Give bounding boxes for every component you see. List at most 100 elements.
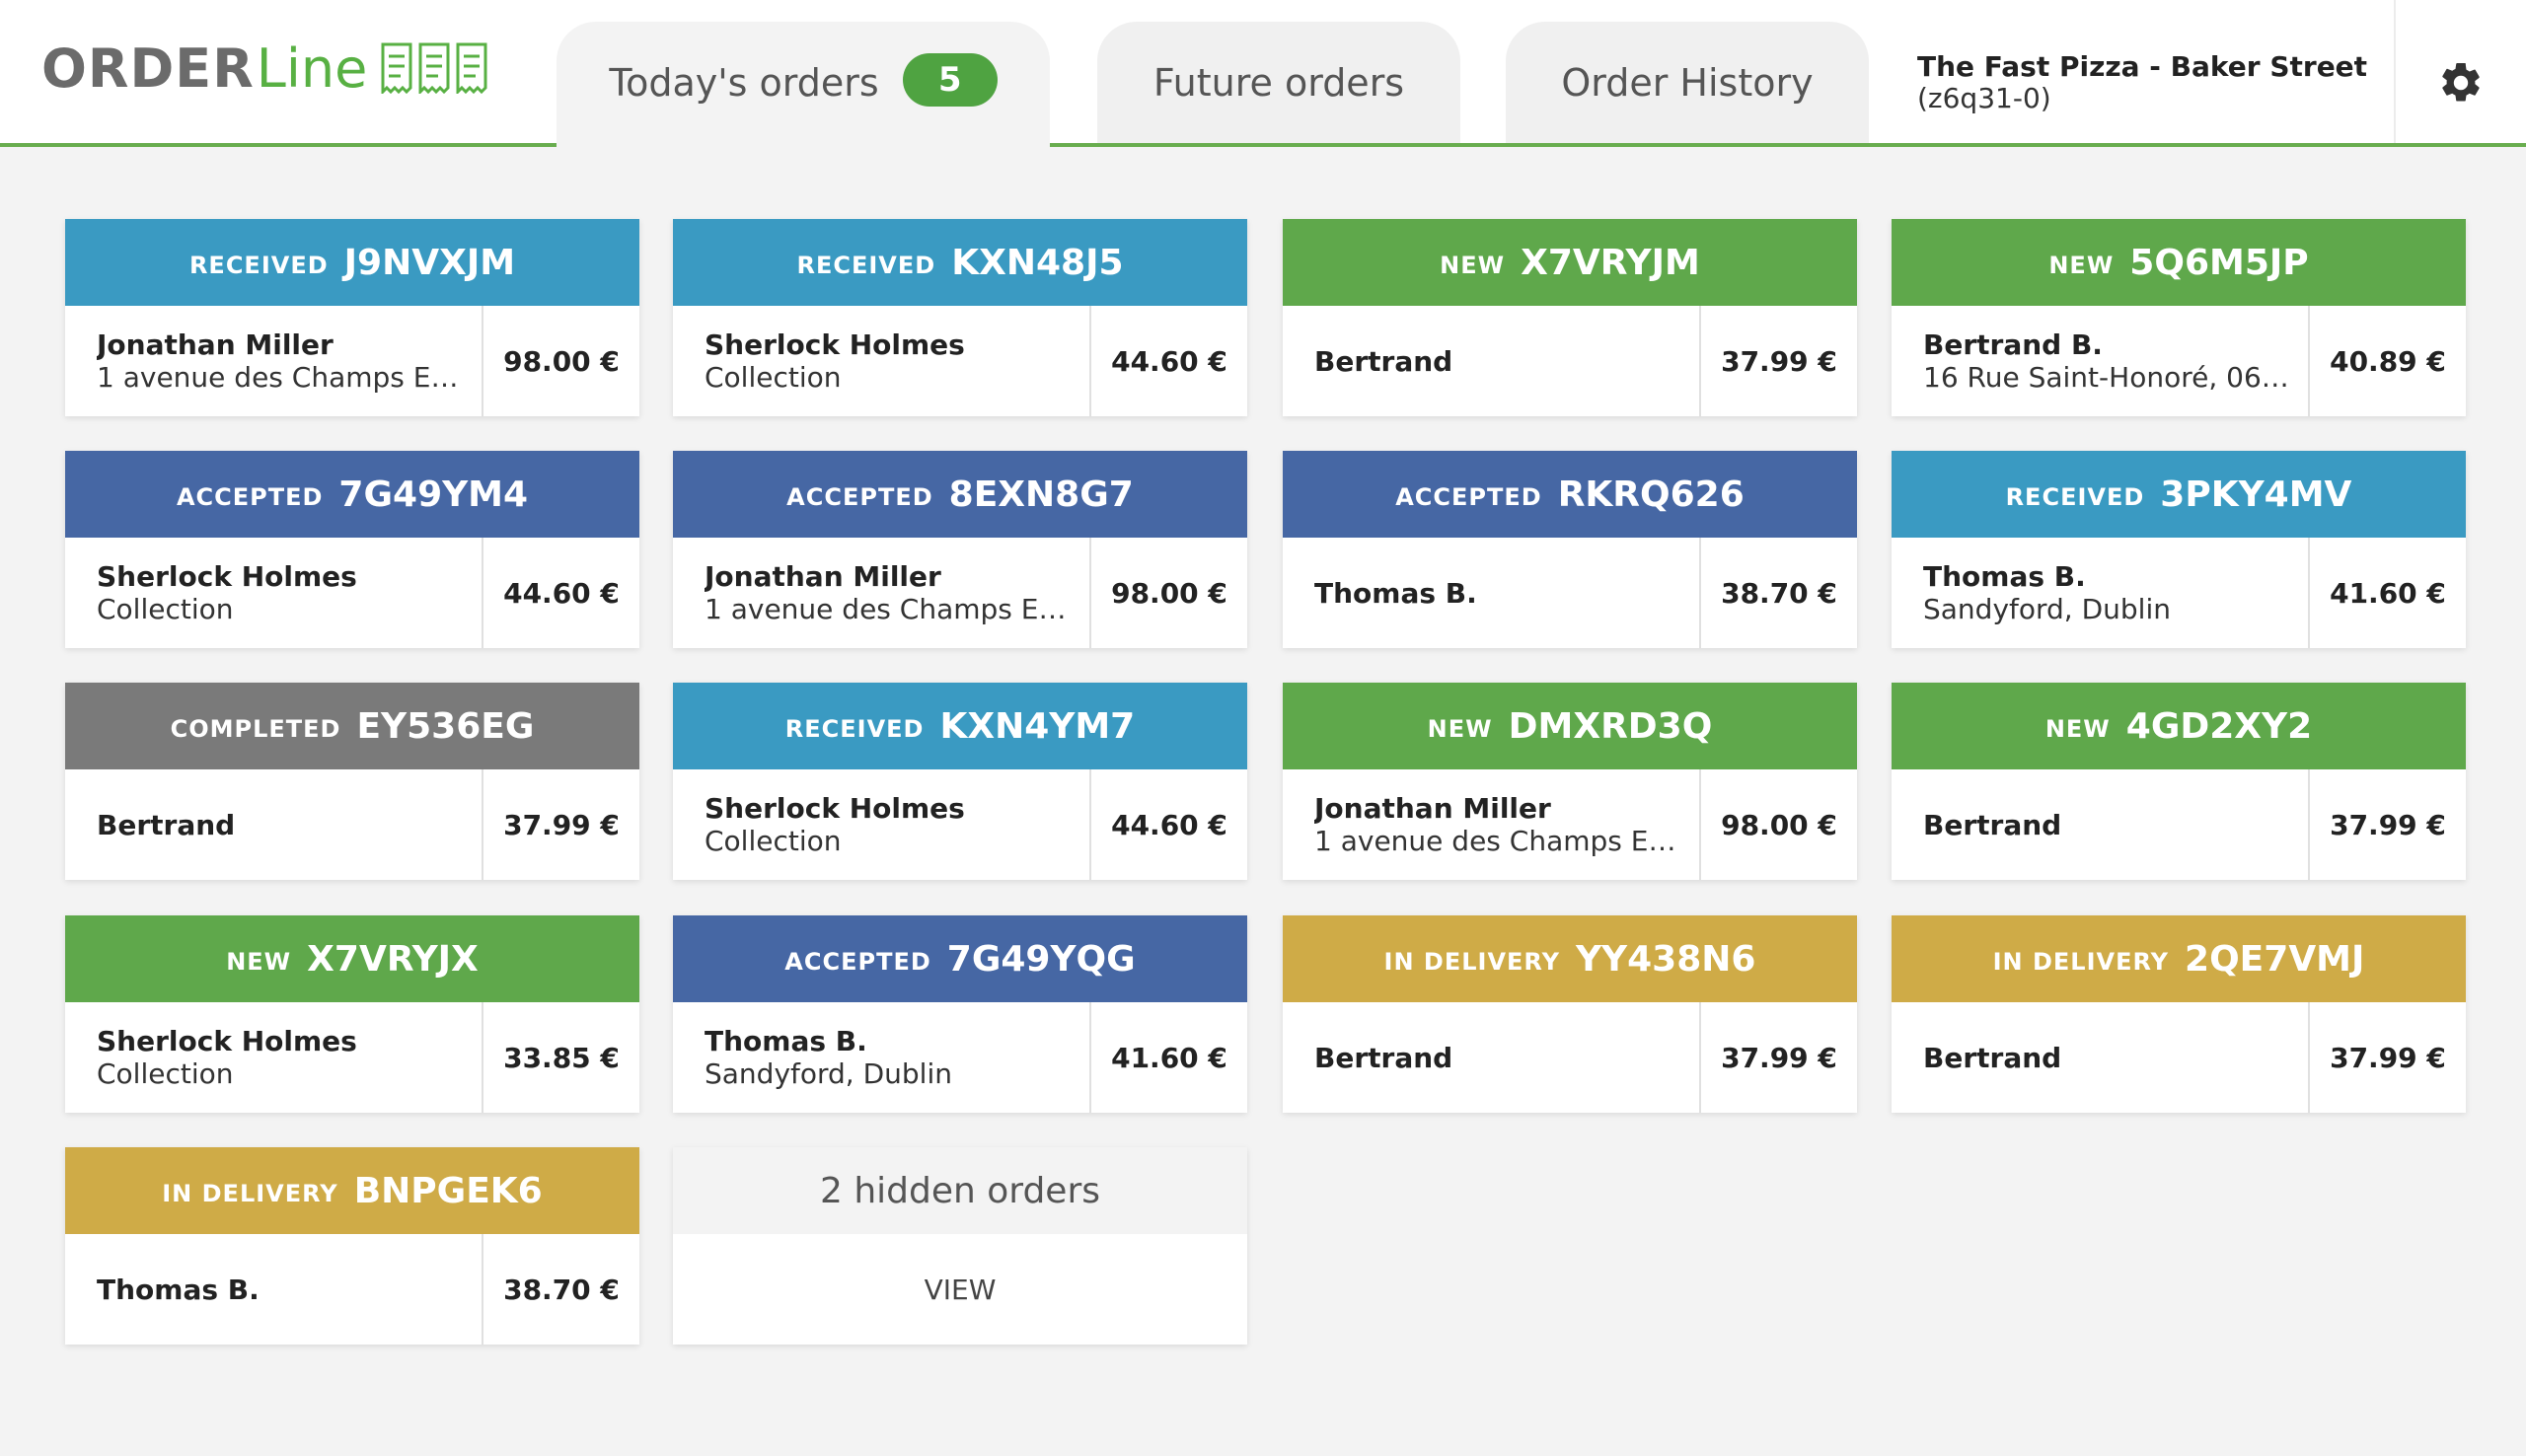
order-card[interactable]: RECEIVED KXN48J5 Sherlock Holmes Collection… xyxy=(673,219,1247,416)
order-card[interactable]: IN DELIVERY 2QE7VMJ Bertrand 37.99 € xyxy=(1892,915,2466,1113)
orderline-logo[interactable]: ORDER Line xyxy=(41,34,487,103)
order-body: Jonathan Miller1 avenue des Champs Elysé… xyxy=(65,306,639,416)
customer-address: Collection xyxy=(97,1057,234,1090)
app-header: ORDER Line Today's orders 5 Future order… xyxy=(0,0,2526,150)
order-body: Jonathan Miller1 avenue des Champs Elysé… xyxy=(673,538,1247,648)
customer-name: Sherlock Holmes xyxy=(705,792,965,825)
order-code: 7G49YQG xyxy=(946,938,1136,980)
order-card[interactable]: RECEIVED J9NVXJM Jonathan Miller 1 avenue d… xyxy=(65,219,639,416)
order-code: 4GD2XY2 xyxy=(2125,705,2313,747)
order-header: RECEIVED KXN4YM7 xyxy=(673,683,1247,769)
order-header: NEW 4GD2XY2 xyxy=(1892,683,2466,769)
order-customer: Thomas B. Sandyford, Dublin xyxy=(1892,538,2310,648)
order-card[interactable]: ACCEPTED RKRQ626 Thomas B. 38.70 € xyxy=(1283,451,1857,648)
order-price: 38.70 € xyxy=(1721,576,1837,610)
order-body: Bertrand 37.99 € xyxy=(1283,306,1857,416)
order-card[interactable]: IN DELIVERY BNPGEK6 Thomas B. 38.70 € xyxy=(65,1147,639,1345)
order-price: 37.99 € xyxy=(2330,808,2446,841)
order-price: 44.60 € xyxy=(1111,344,1227,378)
header-divider xyxy=(2394,0,2396,143)
order-header: NEW X7VRYJM xyxy=(1283,219,1857,306)
order-code: X7VRYJM xyxy=(1521,242,1700,283)
tab-label: Order History xyxy=(1561,61,1814,105)
order-body: Sherlock Holmes Collection 44.60 € xyxy=(673,306,1247,416)
order-header: RECEIVED KXN48J5 xyxy=(673,219,1247,306)
order-customer: Bertrand xyxy=(1892,1002,2310,1113)
view-hidden-button[interactable]: VIEW xyxy=(673,1234,1247,1345)
hidden-orders-card: 2 hidden orders VIEW xyxy=(673,1147,1247,1345)
customer-name: Bertrand xyxy=(1923,808,2062,841)
customer-name: Bertrand xyxy=(97,808,236,841)
order-customer: Bertrand xyxy=(1283,306,1701,416)
logo-text-order: ORDER xyxy=(41,36,255,100)
order-header: RECEIVED J9NVXJM xyxy=(65,219,639,306)
order-status: ACCEPTED xyxy=(176,483,324,511)
order-code: X7VRYJX xyxy=(307,938,479,980)
order-card[interactable]: ACCEPTED 7G49YQG Thomas B. Sandyford, Dubli… xyxy=(673,915,1247,1113)
order-body: Bertrand 37.99 € xyxy=(1283,1002,1857,1113)
order-status: NEW xyxy=(2048,252,2115,279)
order-customer: Sherlock Holmes Collection xyxy=(65,1002,483,1113)
order-card[interactable]: NEW 5Q6M5JP Bertrand B. 16 Rue Saint-Honoré… xyxy=(1892,219,2466,416)
order-card[interactable]: NEW X7VRYJM Bertrand 37.99 € xyxy=(1283,219,1857,416)
order-status: ACCEPTED xyxy=(786,483,933,511)
order-card[interactable]: COMPLETED EY536EG Bertrand 37.99 € xyxy=(65,683,639,880)
order-status: ACCEPTED xyxy=(1395,483,1542,511)
tab-future-orders[interactable]: Future orders xyxy=(1097,22,1460,144)
order-body: Thomas B. Sandyford, Dublin 41.60 € xyxy=(1892,538,2466,648)
order-price: 98.00 € xyxy=(503,344,620,378)
order-header: IN DELIVERY YY438N6 xyxy=(1283,915,1857,1002)
tab-label: Today's orders xyxy=(609,61,879,105)
order-body: Sherlock Holmes Collection 44.60 € xyxy=(673,769,1247,880)
store-info: The Fast Pizza - Baker Street (z6q31-0) xyxy=(1917,51,2367,114)
order-code: J9NVXJM xyxy=(343,242,516,283)
order-price: 44.60 € xyxy=(503,576,620,610)
order-price: 41.60 € xyxy=(2330,576,2446,610)
customer-name: Sherlock Holmes xyxy=(97,560,357,593)
order-code: KXN4YM7 xyxy=(939,705,1136,747)
order-card[interactable]: NEW X7VRYJX Sherlock Holmes Collection 33.85… xyxy=(65,915,639,1113)
order-status: RECEIVED xyxy=(784,715,925,743)
order-price: 40.89 € xyxy=(2330,344,2446,378)
customer-name: Jonathan Miller xyxy=(97,328,334,361)
gear-icon[interactable] xyxy=(2437,59,2485,107)
order-code: YY438N6 xyxy=(1575,938,1756,980)
order-code: BNPGEK6 xyxy=(353,1170,543,1211)
order-customer: Sherlock Holmes Collection xyxy=(673,769,1091,880)
order-price: 98.00 € xyxy=(1111,576,1227,610)
order-card[interactable]: NEW 4GD2XY2 Bertrand 37.99 € xyxy=(1892,683,2466,880)
tab-order-history[interactable]: Order History xyxy=(1506,22,1869,144)
customer-name: Thomas B. xyxy=(97,1273,260,1306)
order-body: Sherlock Holmes Collection 44.60 € xyxy=(65,538,639,648)
order-header: ACCEPTED RKRQ626 xyxy=(1283,451,1857,538)
order-price: 37.99 € xyxy=(503,808,620,841)
order-status: RECEIVED xyxy=(796,252,936,279)
order-customer: Bertrand xyxy=(65,769,483,880)
order-header: ACCEPTED 7G49YM4 xyxy=(65,451,639,538)
customer-name: Thomas B. xyxy=(1314,576,1477,610)
order-code: 7G49YM4 xyxy=(338,473,529,515)
order-card[interactable]: ACCEPTED 8EXN8G7 Jonathan Miller 1 avenue d… xyxy=(673,451,1247,648)
order-status: NEW xyxy=(226,948,292,976)
order-status: IN DELIVERY xyxy=(1992,948,2170,976)
hidden-orders-label: 2 hidden orders xyxy=(673,1147,1247,1234)
order-card[interactable]: RECEIVED KXN4YM7 Sherlock Holmes Collection… xyxy=(673,683,1247,880)
order-card[interactable]: NEW DMXRD3Q Jonathan Miller 1 avenue des Ch… xyxy=(1283,683,1857,880)
order-status: NEW xyxy=(1440,252,1506,279)
order-price: 38.70 € xyxy=(503,1273,620,1306)
order-header: RECEIVED 3PKY4MV xyxy=(1892,451,2466,538)
tab-todays-orders[interactable]: Today's orders 5 xyxy=(557,22,1050,150)
order-card[interactable]: RECEIVED 3PKY4MV Thomas B. Sandyford, Dubli… xyxy=(1892,451,2466,648)
order-header: COMPLETED EY536EG xyxy=(65,683,639,769)
customer-name: Bertrand xyxy=(1314,1041,1453,1074)
order-card[interactable]: ACCEPTED 7G49YM4 Sherlock Holmes Collection… xyxy=(65,451,639,648)
customer-address: 1 avenue des Champs Elysées xyxy=(97,361,466,394)
order-body: Bertrand 37.99 € xyxy=(1892,1002,2466,1113)
order-customer: Jonathan Miller1 avenue des Champs Elysé… xyxy=(65,306,483,416)
customer-name: Thomas B. xyxy=(705,1025,867,1057)
order-status: NEW xyxy=(1427,715,1493,743)
order-card[interactable]: IN DELIVERY YY438N6 Bertrand 37.99 € xyxy=(1283,915,1857,1113)
order-code: EY536EG xyxy=(356,705,535,747)
order-code: 3PKY4MV xyxy=(2160,473,2352,515)
order-body: Bertrand 37.99 € xyxy=(65,769,639,880)
